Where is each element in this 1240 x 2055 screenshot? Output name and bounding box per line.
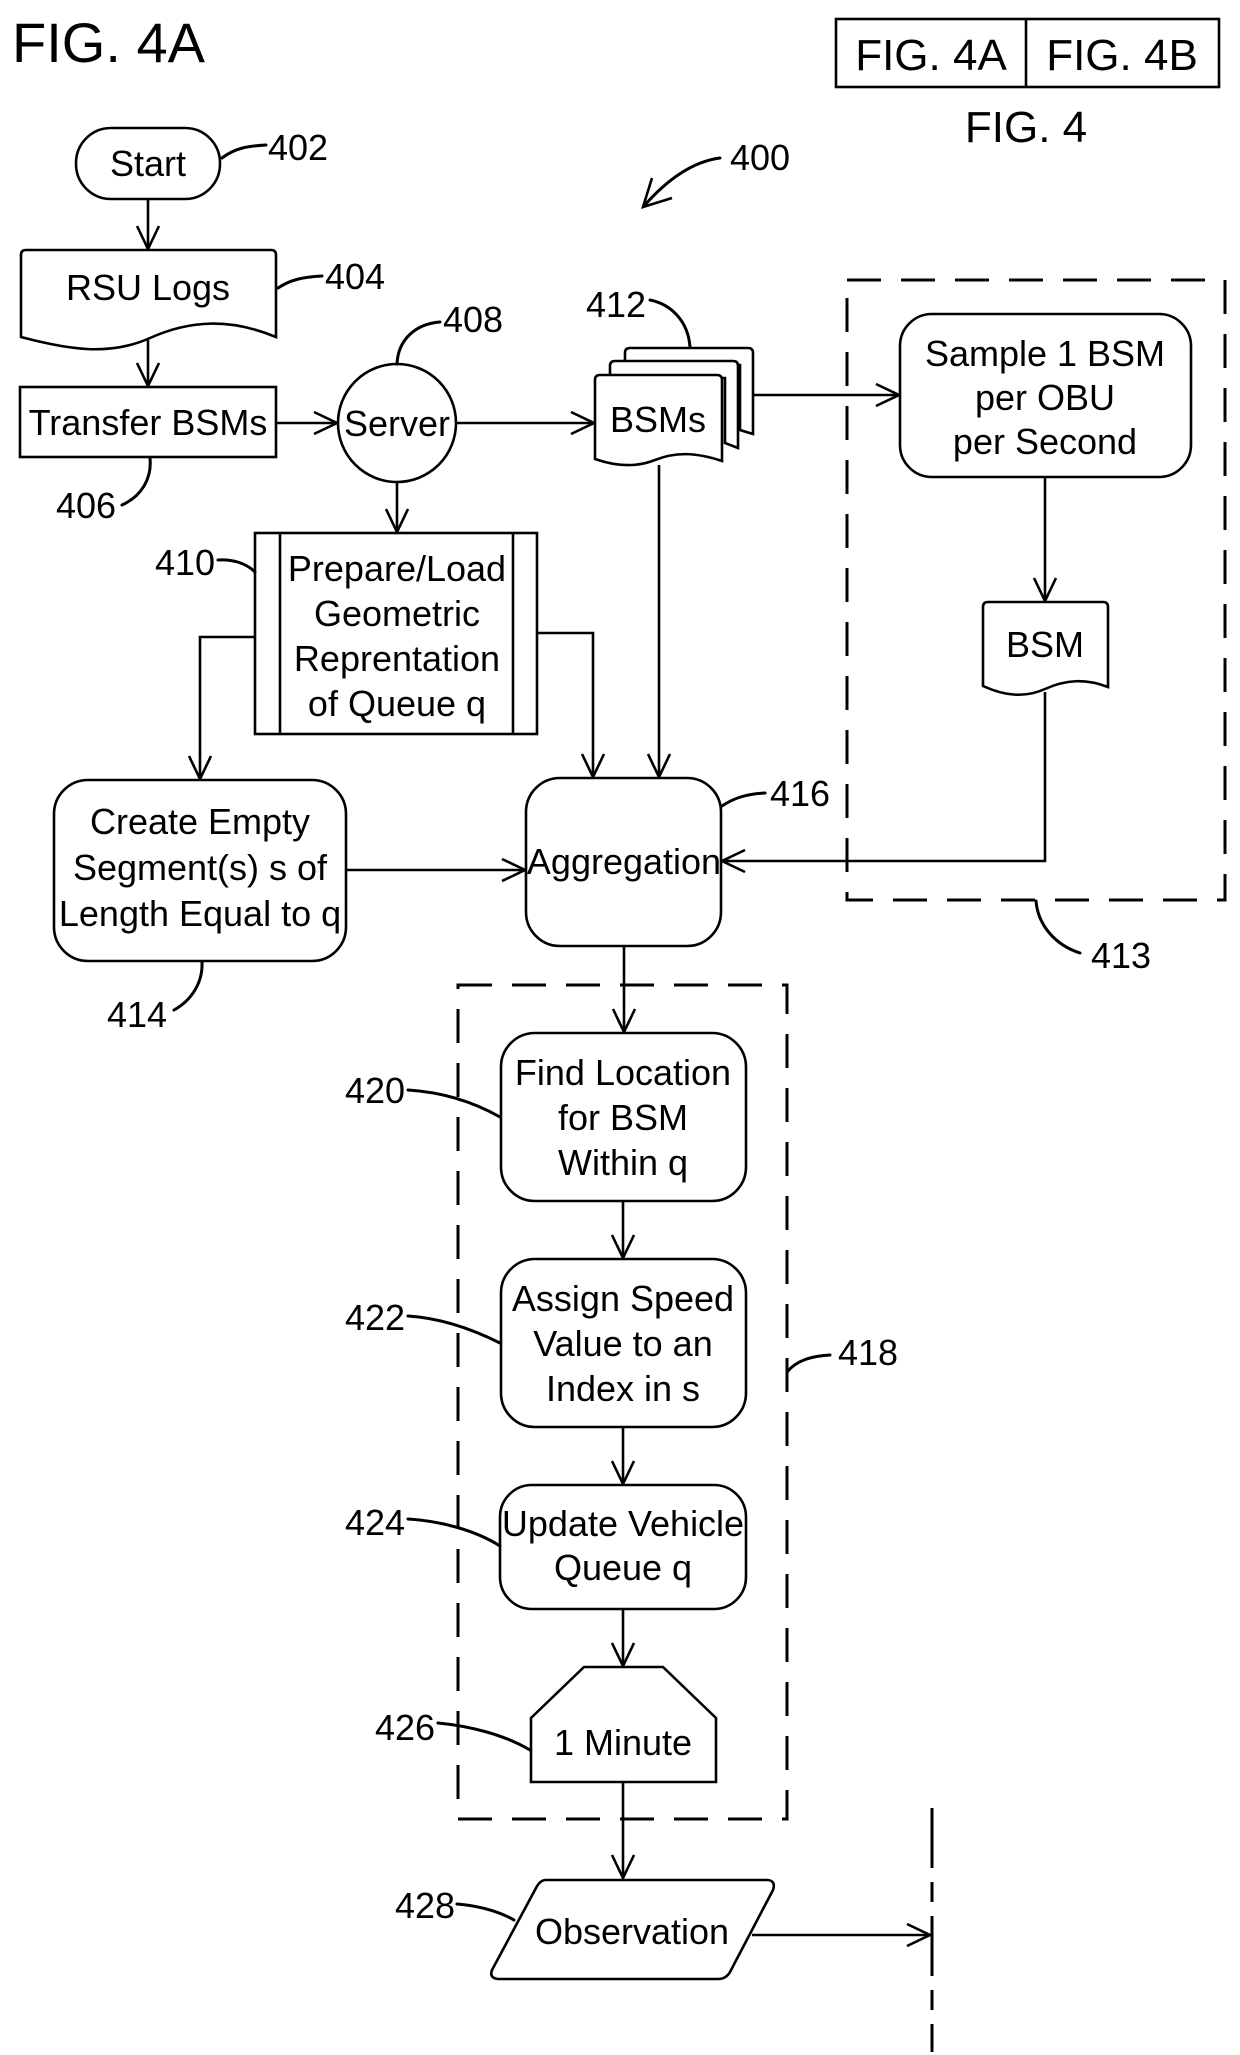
ref-416: 416 [770,773,830,814]
figure-key-right: FIG. 4B [1046,31,1198,80]
ref-422: 422 [345,1297,405,1338]
start-label: Start [110,143,186,184]
ref-406: 406 [56,485,116,526]
node-create-empty[interactable]: Create Empty Segment(s) s of Length Equa… [52,778,348,963]
ref-408: 408 [443,299,503,340]
edge-prepare-create [198,635,255,779]
ref-406-leader [120,456,152,507]
create-empty-line-2: Segment(s) s of [73,847,328,888]
sample-line-2: per OBU [975,377,1115,418]
flowchart-canvas: FIG. 4A FIG. 4A FIG. 4B FIG. 4 400 Start… [12,11,1227,2052]
ref-412: 412 [586,284,646,325]
ref-413: 413 [1091,935,1151,976]
ref-408-leader [395,320,442,366]
sample-line-3: per Second [953,421,1137,462]
ref-426: 426 [375,1707,435,1748]
node-bsm[interactable]: BSM [981,600,1110,697]
ref-418: 418 [838,1332,898,1373]
ref-416-leader [720,791,767,808]
ref-428-leader [455,1902,516,1922]
ref-412-leader [648,298,692,349]
ref-420-leader [406,1088,502,1119]
ref-410: 410 [155,542,215,583]
node-server[interactable]: Server [336,362,458,484]
node-update-queue[interactable]: Update Vehicle Queue q [498,1483,748,1611]
find-location-line-1: Find Location [515,1052,731,1093]
ref-400-arrow [642,156,722,208]
ref-420: 420 [345,1070,405,1111]
node-sample[interactable]: Sample 1 BSM per OBU per Second [898,312,1193,479]
node-one-minute[interactable]: 1 Minute [529,1665,718,1784]
prepare-load-line-2: Geometric [314,593,480,634]
prepare-load-line-4: of Queue q [308,683,486,724]
sample-line-1: Sample 1 BSM [925,333,1165,374]
ref-404-leader [276,274,324,290]
assign-speed-line-2: Value to an [533,1323,712,1364]
node-rsu-logs[interactable]: RSU Logs [19,248,278,351]
ref-424: 424 [345,1502,405,1543]
ref-414-leader [172,960,204,1012]
node-transfer-bsms[interactable]: Transfer BSMs [18,385,278,459]
ref-402: 402 [268,127,328,168]
node-find-location[interactable]: Find Location for BSM Within q [499,1031,748,1203]
aggregation-label: Aggregation [527,841,721,882]
ref-414: 414 [107,994,167,1035]
ref-424-leader [406,1517,502,1548]
edge-prepare-aggregation [537,631,595,777]
update-queue-line-1: Update Vehicle [502,1503,744,1544]
node-aggregation[interactable]: Aggregation [524,776,723,948]
server-label: Server [344,403,450,444]
node-observation[interactable]: Observation [489,1878,776,1981]
assign-speed-line-3: Index in s [546,1368,700,1409]
node-start[interactable]: Start [74,126,222,201]
figure-key-left: FIG. 4A [855,31,1007,80]
ref-404: 404 [325,256,385,297]
ref-410-leader [216,558,257,574]
ref-413-leader [1034,899,1082,955]
create-empty-line-3: Length Equal to q [59,893,341,934]
find-location-line-3: Within q [558,1142,688,1183]
rsu-logs-label: RSU Logs [66,267,230,308]
ref-428: 428 [395,1885,455,1926]
node-prepare-load[interactable]: Prepare/Load Geometric Reprentation of Q… [253,531,539,736]
prepare-load-line-3: Reprentation [294,638,500,679]
figure-title: FIG. 4A [12,11,206,74]
bsms-label: BSMs [610,399,706,440]
find-location-line-2: for BSM [558,1097,688,1138]
overall-ref: 400 [641,137,790,209]
one-minute-label: 1 Minute [554,1722,692,1763]
ref-422-leader [406,1314,502,1345]
transfer-bsms-label: Transfer BSMs [29,402,268,443]
figure-key-caption: FIG. 4 [965,103,1087,152]
figure-key: FIG. 4A FIG. 4B FIG. 4 [834,17,1221,152]
node-bsms[interactable]: BSMs [593,346,755,467]
ref-402-leader [220,143,268,160]
assign-speed-line-1: Assign Speed [512,1278,734,1319]
ref-426-leader [436,1721,532,1752]
ref-400: 400 [730,137,790,178]
ref-418-leader [785,1353,832,1374]
bsm-label: BSM [1006,624,1084,665]
node-assign-speed[interactable]: Assign Speed Value to an Index in s [499,1257,748,1429]
update-queue-line-2: Queue q [554,1547,692,1588]
prepare-load-line-1: Prepare/Load [288,548,506,589]
observation-label: Observation [535,1911,729,1952]
create-empty-line-1: Create Empty [90,801,310,842]
